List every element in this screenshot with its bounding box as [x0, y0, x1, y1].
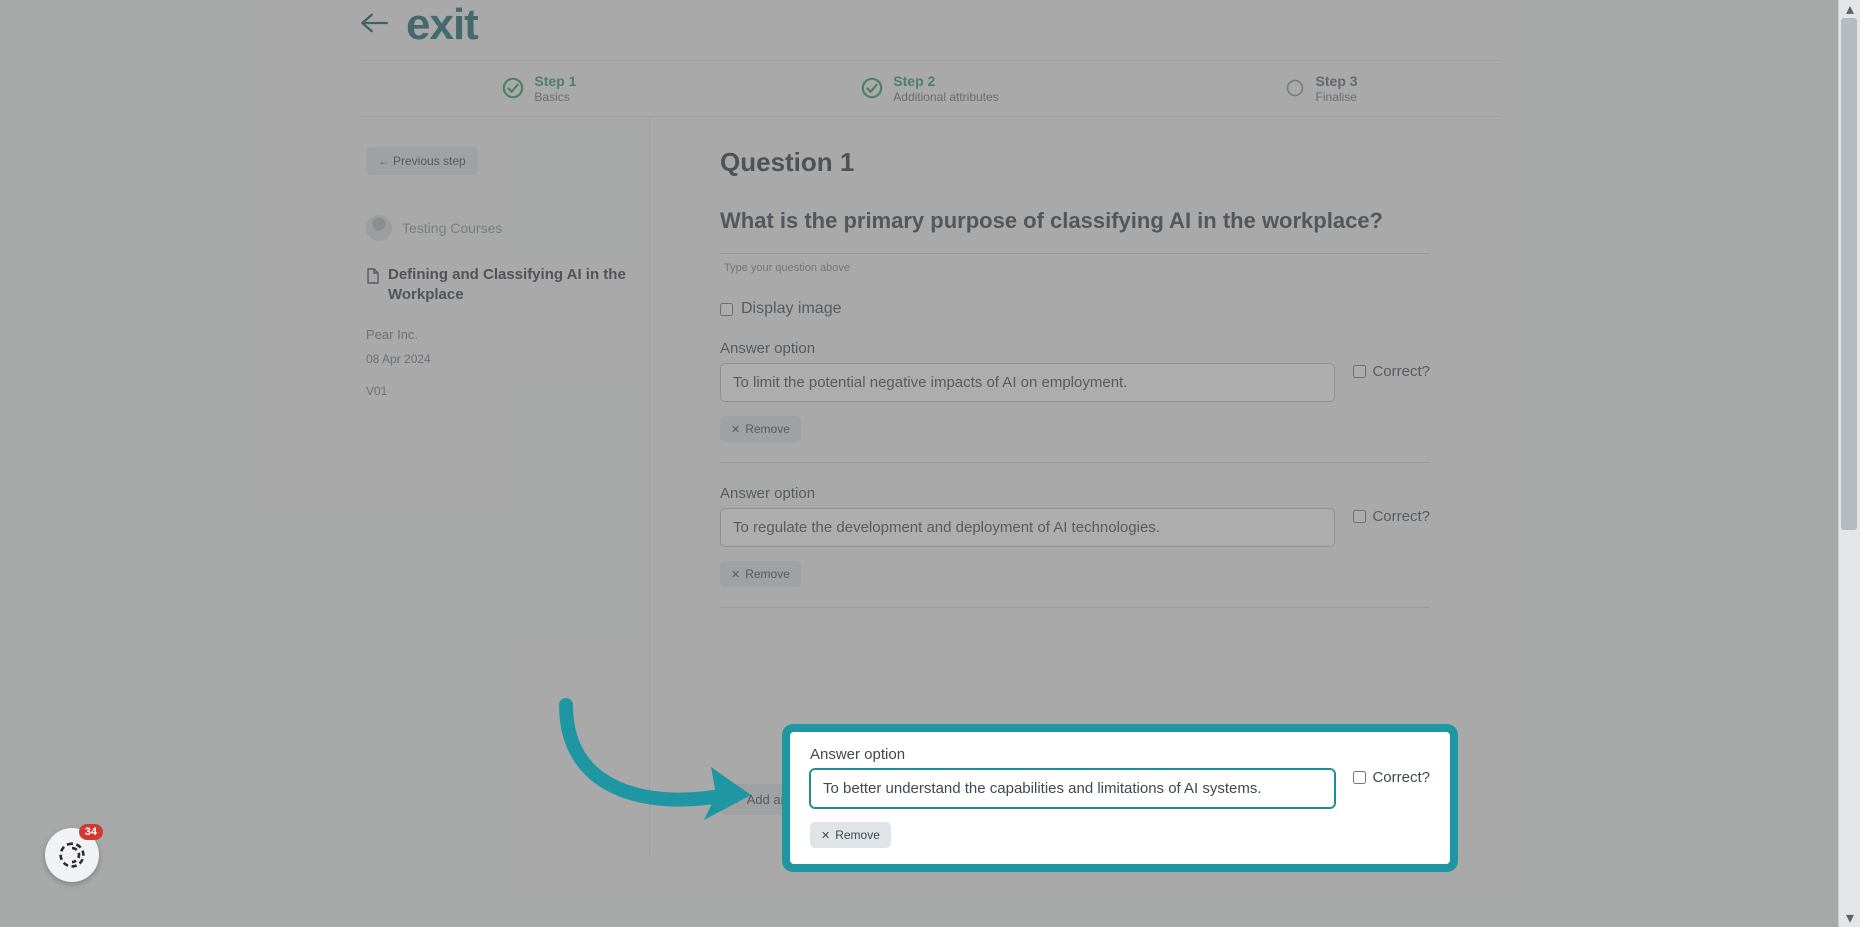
version-label: V01 — [366, 384, 629, 398]
step-3[interactable]: Step 3 Finalise — [1284, 73, 1358, 104]
circle-icon — [1284, 77, 1306, 99]
correct-toggle[interactable]: Correct? — [1353, 363, 1430, 380]
check-circle-icon — [502, 77, 524, 99]
arrow-left-icon: ← — [378, 154, 390, 168]
scroll-up-icon[interactable]: ▴ — [1843, 2, 1857, 16]
step-subtitle: Additional attributes — [893, 90, 998, 104]
top-bar: exit — [360, 0, 1500, 60]
correct-toggle[interactable]: Correct? — [1353, 769, 1430, 786]
document-title: Defining and Classifying AI in the Workp… — [388, 265, 629, 306]
page-title: Question 1 — [720, 147, 1430, 178]
step-1[interactable]: Step 1 Basics — [502, 73, 576, 104]
previous-step-label: Previous step — [393, 154, 466, 168]
remove-label: Remove — [745, 422, 790, 436]
display-image-checkbox[interactable] — [720, 303, 733, 316]
scroll-thumb[interactable] — [1841, 18, 1857, 530]
answer-label: Answer option — [810, 746, 1335, 763]
correct-checkbox[interactable] — [1353, 365, 1366, 378]
correct-label: Correct? — [1372, 769, 1430, 786]
answer-input[interactable] — [720, 363, 1335, 402]
step-title: Step 1 — [534, 73, 576, 90]
author-name: Testing Courses — [402, 220, 502, 236]
check-circle-icon — [861, 77, 883, 99]
answer-input[interactable] — [810, 769, 1335, 808]
company-label: Pear Inc. — [366, 327, 629, 342]
remove-answer-button[interactable]: ✕ Remove — [720, 416, 801, 442]
display-image-label: Display image — [741, 300, 841, 318]
close-icon: ✕ — [731, 568, 740, 581]
step-subtitle: Finalise — [1316, 90, 1358, 104]
remove-answer-button[interactable]: ✕ Remove — [810, 822, 891, 848]
back-arrow-icon[interactable] — [360, 13, 388, 38]
document-row: Defining and Classifying AI in the Workp… — [366, 265, 629, 306]
remove-label: Remove — [835, 828, 880, 842]
correct-toggle[interactable]: Correct? — [1353, 508, 1430, 525]
step-title: Step 2 — [893, 73, 998, 90]
spotlight-answer-block: Answer option Correct? ✕ Remove — [790, 732, 1450, 864]
scroll-down-icon[interactable]: ▾ — [1843, 911, 1857, 925]
stepper: Step 1 Basics Step 2 Additional attribut… — [360, 60, 1500, 117]
answer-label: Answer option — [720, 485, 1335, 502]
help-widget[interactable]: 34 — [45, 828, 99, 882]
widget-badge: 34 — [79, 824, 103, 840]
date-label: 08 Apr 2024 — [366, 352, 629, 366]
step-2[interactable]: Step 2 Additional attributes — [861, 73, 998, 104]
document-icon — [366, 265, 380, 289]
remove-label: Remove — [745, 567, 790, 581]
answer-block: Answer option Correct? ✕ Remove — [720, 463, 1430, 608]
question-helper: Type your question above — [724, 262, 1430, 274]
question-text[interactable]: What is the primary purpose of classifyi… — [720, 206, 1430, 255]
answer-block: Answer option Correct? ✕ Remove — [720, 318, 1430, 463]
answer-input[interactable] — [720, 508, 1335, 547]
correct-checkbox[interactable] — [1353, 510, 1366, 523]
previous-step-button[interactable]: ← Previous step — [366, 147, 478, 175]
close-icon: ✕ — [821, 829, 830, 842]
answer-label: Answer option — [720, 340, 1335, 357]
author-row: Testing Courses — [366, 215, 629, 241]
close-icon: ✕ — [731, 423, 740, 436]
remove-answer-button[interactable]: ✕ Remove — [720, 561, 801, 587]
step-subtitle: Basics — [534, 90, 576, 104]
page-container: exit Step 1 Basics Step 2 Additional att… — [360, 0, 1500, 855]
correct-checkbox[interactable] — [1353, 771, 1366, 784]
correct-label: Correct? — [1372, 508, 1430, 525]
correct-label: Correct? — [1372, 363, 1430, 380]
avatar — [366, 215, 392, 241]
guide-arrow-icon — [546, 695, 756, 835]
step-title: Step 3 — [1316, 73, 1358, 90]
brand-logo: exit — [406, 0, 478, 50]
display-image-row[interactable]: Display image — [720, 300, 1430, 318]
